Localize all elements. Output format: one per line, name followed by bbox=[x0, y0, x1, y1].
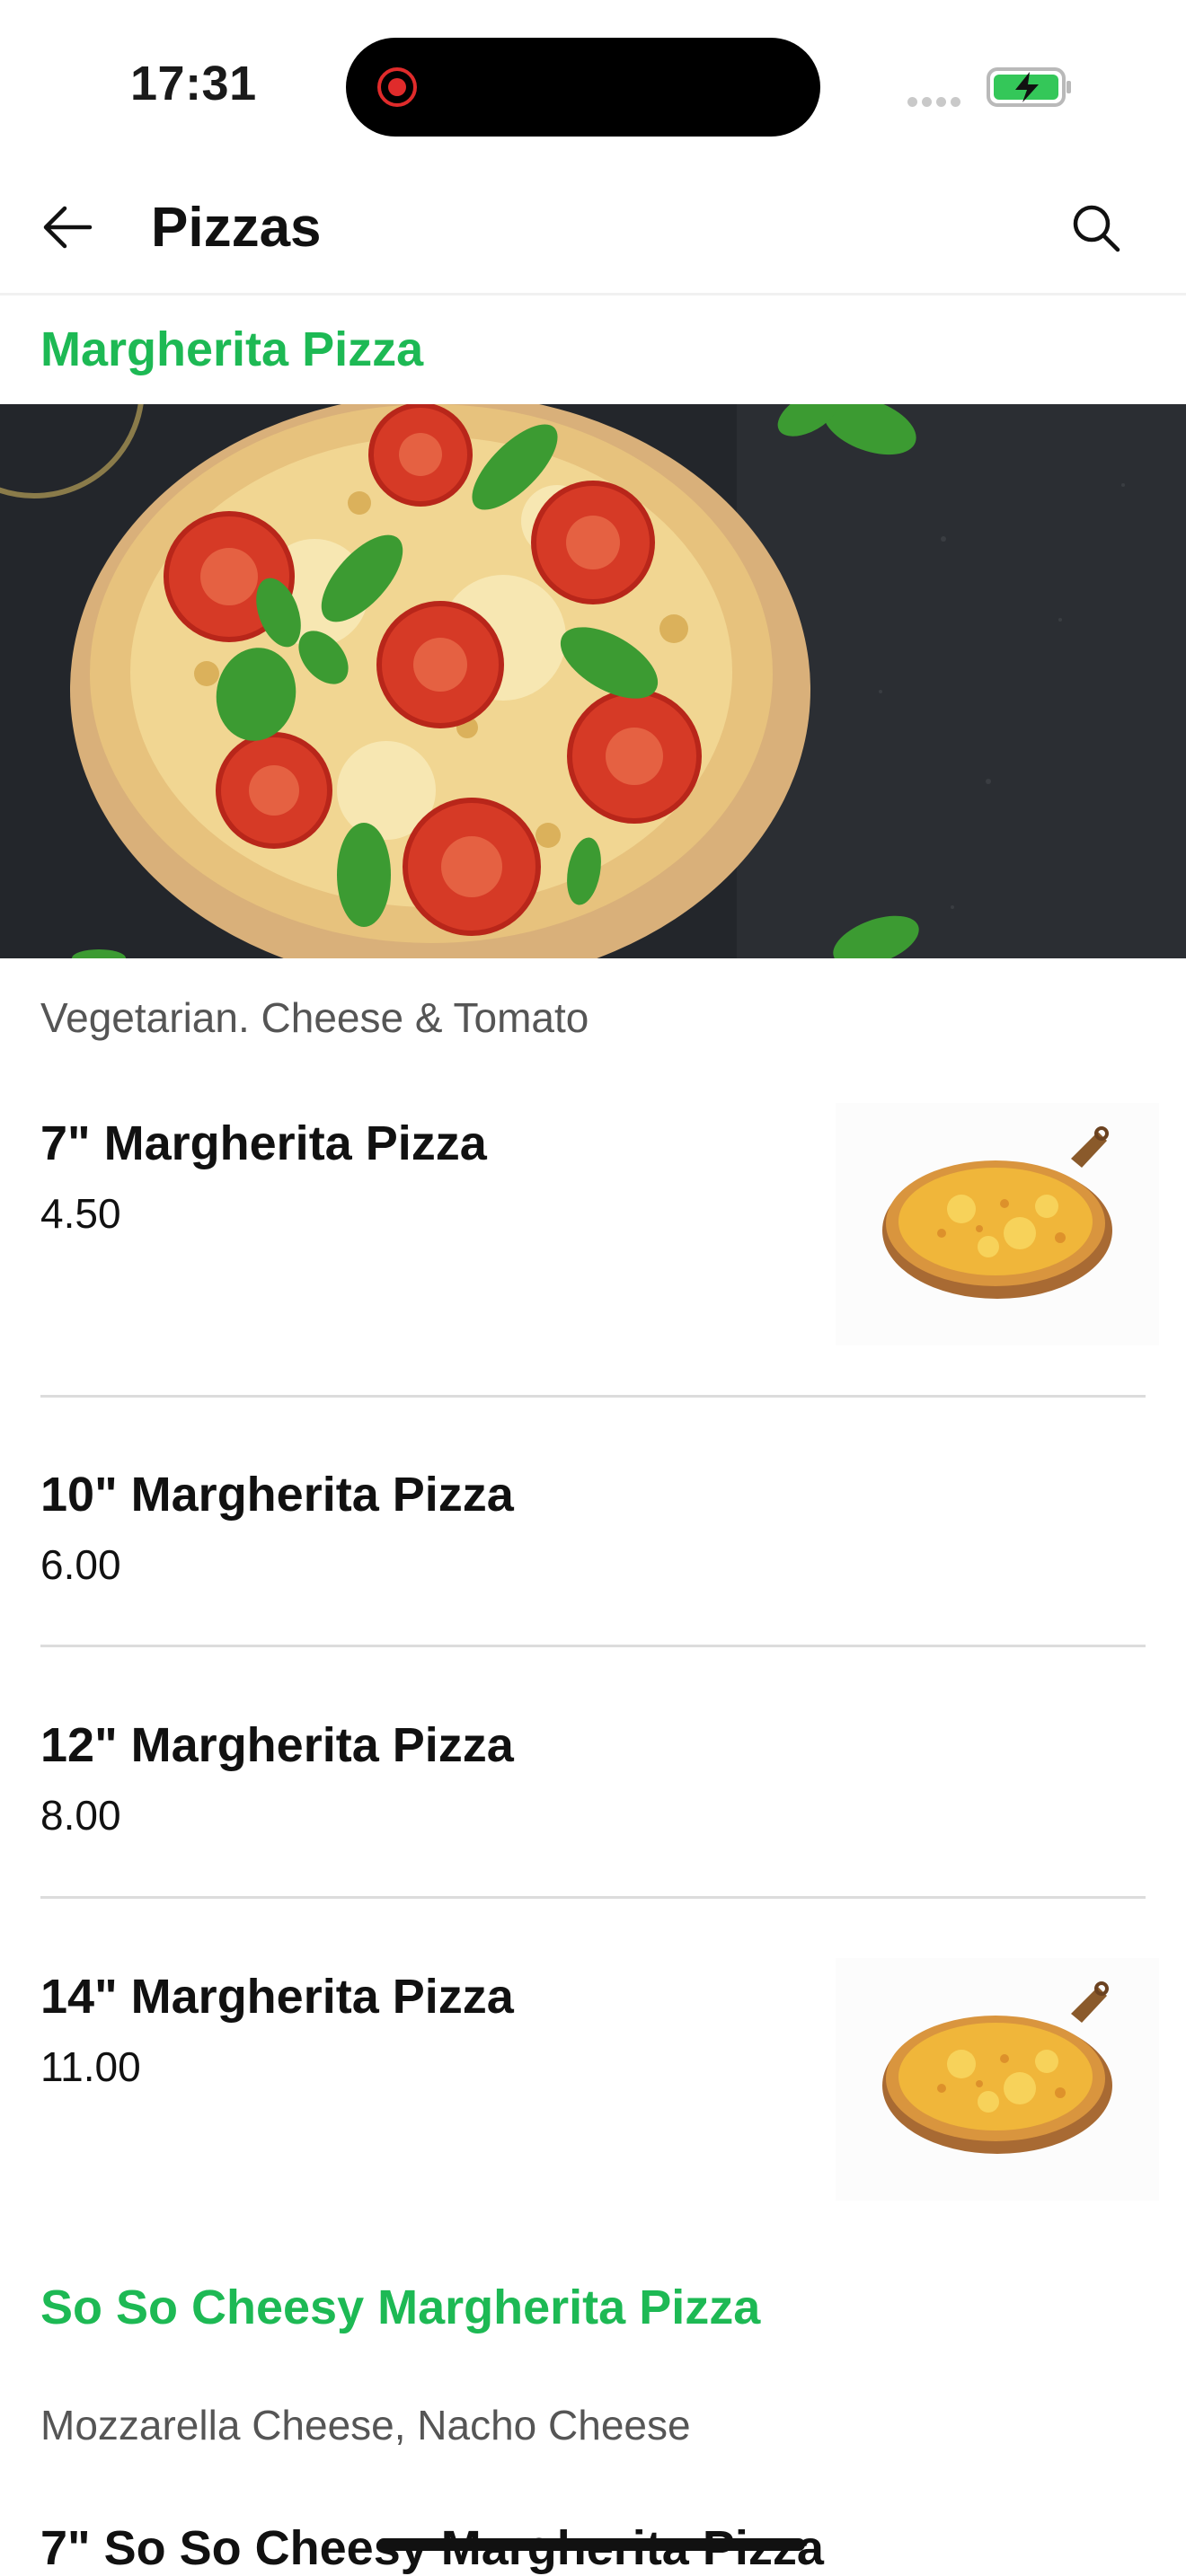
menu-item-price: 4.50 bbox=[40, 1190, 121, 1237]
recording-indicator-icon bbox=[377, 67, 417, 107]
menu-item-name[interactable]: 12" Margherita Pizza bbox=[40, 1717, 514, 1773]
search-icon[interactable] bbox=[1069, 201, 1123, 255]
menu-item-name[interactable]: 7" Margherita Pizza bbox=[40, 1116, 487, 1171]
page-title: Pizzas bbox=[151, 197, 322, 259]
menu-item-price: 6.00 bbox=[40, 1541, 121, 1588]
item-divider bbox=[40, 1645, 1146, 1647]
menu-item-image[interactable] bbox=[836, 1103, 1159, 1345]
arrow-left-icon[interactable] bbox=[40, 199, 95, 255]
home-indicator[interactable] bbox=[377, 2538, 805, 2551]
menu-item-image[interactable] bbox=[836, 1958, 1159, 2201]
signal-icon bbox=[907, 95, 965, 111]
pizza-thumbnail-icon bbox=[882, 1981, 1112, 2154]
status-time: 17:31 bbox=[130, 57, 257, 110]
section-title: So So Cheesy Margherita Pizza bbox=[40, 2280, 761, 2334]
battery-charging-icon bbox=[987, 67, 1071, 107]
item-divider bbox=[40, 1395, 1146, 1398]
section-description: Mozzarella Cheese, Nacho Cheese bbox=[40, 2402, 691, 2448]
section-description: Vegetarian. Cheese & Tomato bbox=[40, 994, 589, 1041]
pizza-photo-icon bbox=[0, 404, 1186, 958]
pizza-thumbnail-icon bbox=[882, 1126, 1112, 1299]
hero-image bbox=[0, 404, 1186, 958]
menu-item-name[interactable]: 14" Margherita Pizza bbox=[40, 1969, 514, 2025]
section-title: Margherita Pizza bbox=[40, 322, 424, 376]
nav-divider bbox=[0, 293, 1186, 296]
menu-item-price: 8.00 bbox=[40, 1792, 121, 1839]
menu-item-name[interactable]: 10" Margherita Pizza bbox=[40, 1467, 514, 1522]
item-divider bbox=[40, 1896, 1146, 1899]
menu-item-price: 11.00 bbox=[40, 2043, 141, 2090]
